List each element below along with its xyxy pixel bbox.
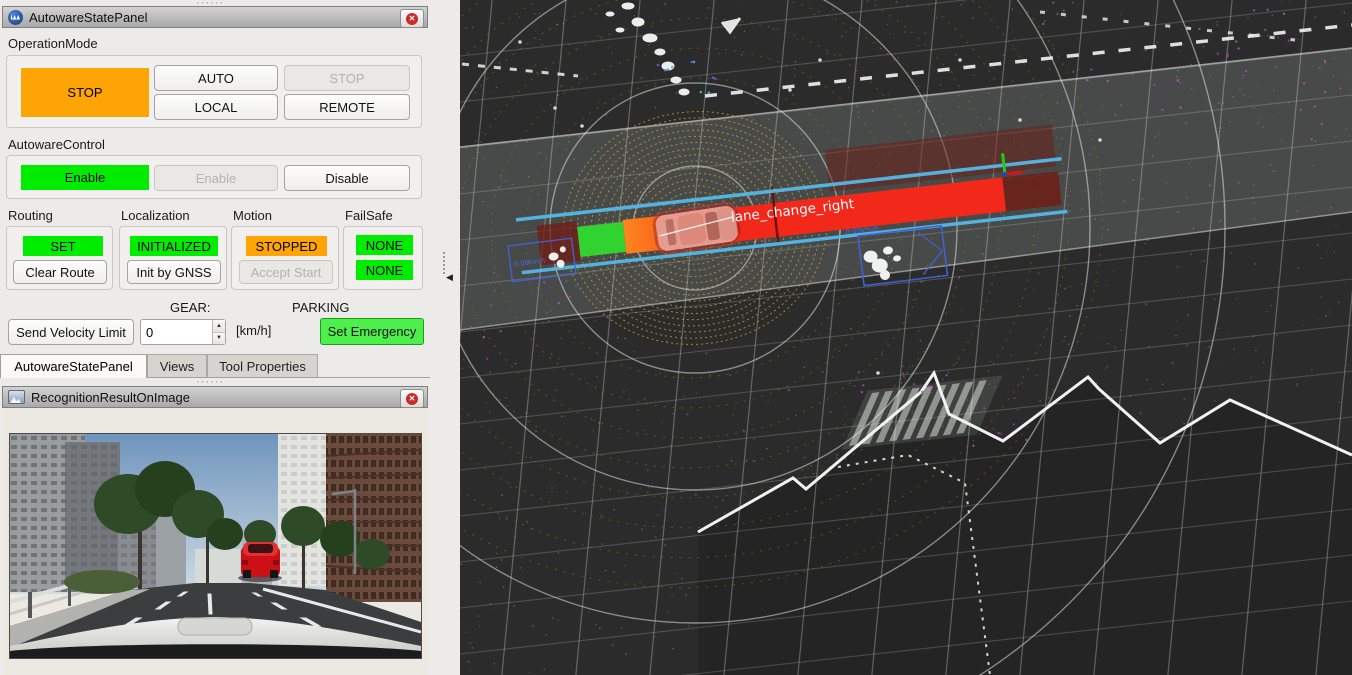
image-panel-titlebar[interactable]: RecognitionResultOnImage ✕ <box>2 386 428 408</box>
localization-label: Localization <box>121 208 190 223</box>
motion-group: STOPPED Accept Start <box>231 226 339 290</box>
image-panel-title: RecognitionResultOnImage <box>31 390 190 405</box>
tab-views[interactable]: Views <box>147 354 207 378</box>
remote-button[interactable]: REMOTE <box>284 94 410 120</box>
rviz-window: ······ AutowareStatePanel ✕ OperationMod… <box>0 0 1352 675</box>
motion-label: Motion <box>233 208 272 223</box>
panel-drag-handle-2[interactable]: ······ <box>196 379 224 385</box>
state-panel-titlebar[interactable]: AutowareStatePanel ✕ <box>2 6 428 28</box>
gear-label: GEAR: <box>170 300 210 315</box>
control-enable-active: Enable <box>21 165 149 190</box>
routing-status-badge: SET <box>23 236 103 256</box>
close-icon: ✕ <box>406 13 418 25</box>
stop-button-disabled[interactable]: STOP <box>284 65 410 91</box>
failsafe-status-badge-bottom: NONE <box>356 260 413 280</box>
clear-route-button[interactable]: Clear Route <box>13 260 107 284</box>
path-beyond-goal <box>1002 171 1061 211</box>
tab-autoware-state-panel[interactable]: AutowareStatePanel <box>0 354 147 378</box>
image-panel-close-button[interactable]: ✕ <box>400 389 424 408</box>
disable-button[interactable]: Disable <box>284 165 410 191</box>
routing-label: Routing <box>8 208 53 223</box>
failsafe-group: NONE NONE <box>343 226 423 290</box>
local-button[interactable]: LOCAL <box>154 94 278 120</box>
camera-red-car <box>238 542 282 582</box>
motion-status-badge: STOPPED <box>246 236 327 256</box>
tab-tool-properties[interactable]: Tool Properties <box>207 354 318 378</box>
state-panel-title: AutowareStatePanel <box>29 10 148 25</box>
localization-status-badge: INITIALIZED <box>130 236 218 256</box>
close-button[interactable]: ✕ <box>400 9 424 28</box>
spin-up-button[interactable]: ▲ <box>213 320 225 333</box>
rviz-3d-viewport[interactable]: lane_change_right 0.00km/h 0.00km/h <box>460 0 1352 675</box>
operation-mode-group: STOP AUTO STOP LOCAL REMOTE <box>6 55 422 128</box>
autoware-control-group: Enable Enable Disable <box>6 155 422 199</box>
localization-group: INITIALIZED Init by GNSS <box>119 226 227 290</box>
splitter-handle[interactable] <box>443 252 448 274</box>
init-by-gnss-button[interactable]: Init by GNSS <box>127 260 221 284</box>
send-velocity-limit-button[interactable]: Send Velocity Limit <box>8 319 134 345</box>
gear-value: PARKING <box>292 300 350 315</box>
operation-mode-current-stop: STOP <box>21 68 149 117</box>
accept-start-button-disabled[interactable]: Accept Start <box>239 260 333 284</box>
enable-button-disabled[interactable]: Enable <box>154 165 278 191</box>
auto-button[interactable]: AUTO <box>154 65 278 91</box>
autoware-logo-icon <box>8 10 23 25</box>
left-dock: ······ AutowareStatePanel ✕ OperationMod… <box>0 0 460 675</box>
camera-image <box>9 433 422 659</box>
collapse-left-icon[interactable]: ◀ <box>446 272 453 283</box>
set-emergency-button[interactable]: Set Emergency <box>320 318 424 345</box>
failsafe-status-badge-top: NONE <box>356 235 413 255</box>
velocity-input[interactable] <box>141 320 212 344</box>
close-icon: ✕ <box>406 393 418 405</box>
velocity-spinbox: ▲ ▼ <box>140 319 226 345</box>
autoware-control-label: AutowareControl <box>8 137 105 152</box>
routing-group: SET Clear Route <box>6 226 113 290</box>
trajectory-green-segment <box>577 222 626 257</box>
operation-mode-label: OperationMode <box>8 36 98 51</box>
spin-down-button[interactable]: ▼ <box>213 333 225 345</box>
failsafe-label: FailSafe <box>345 208 393 223</box>
image-panel-icon <box>8 390 25 404</box>
kmh-unit-label: [km/h] <box>236 323 271 338</box>
